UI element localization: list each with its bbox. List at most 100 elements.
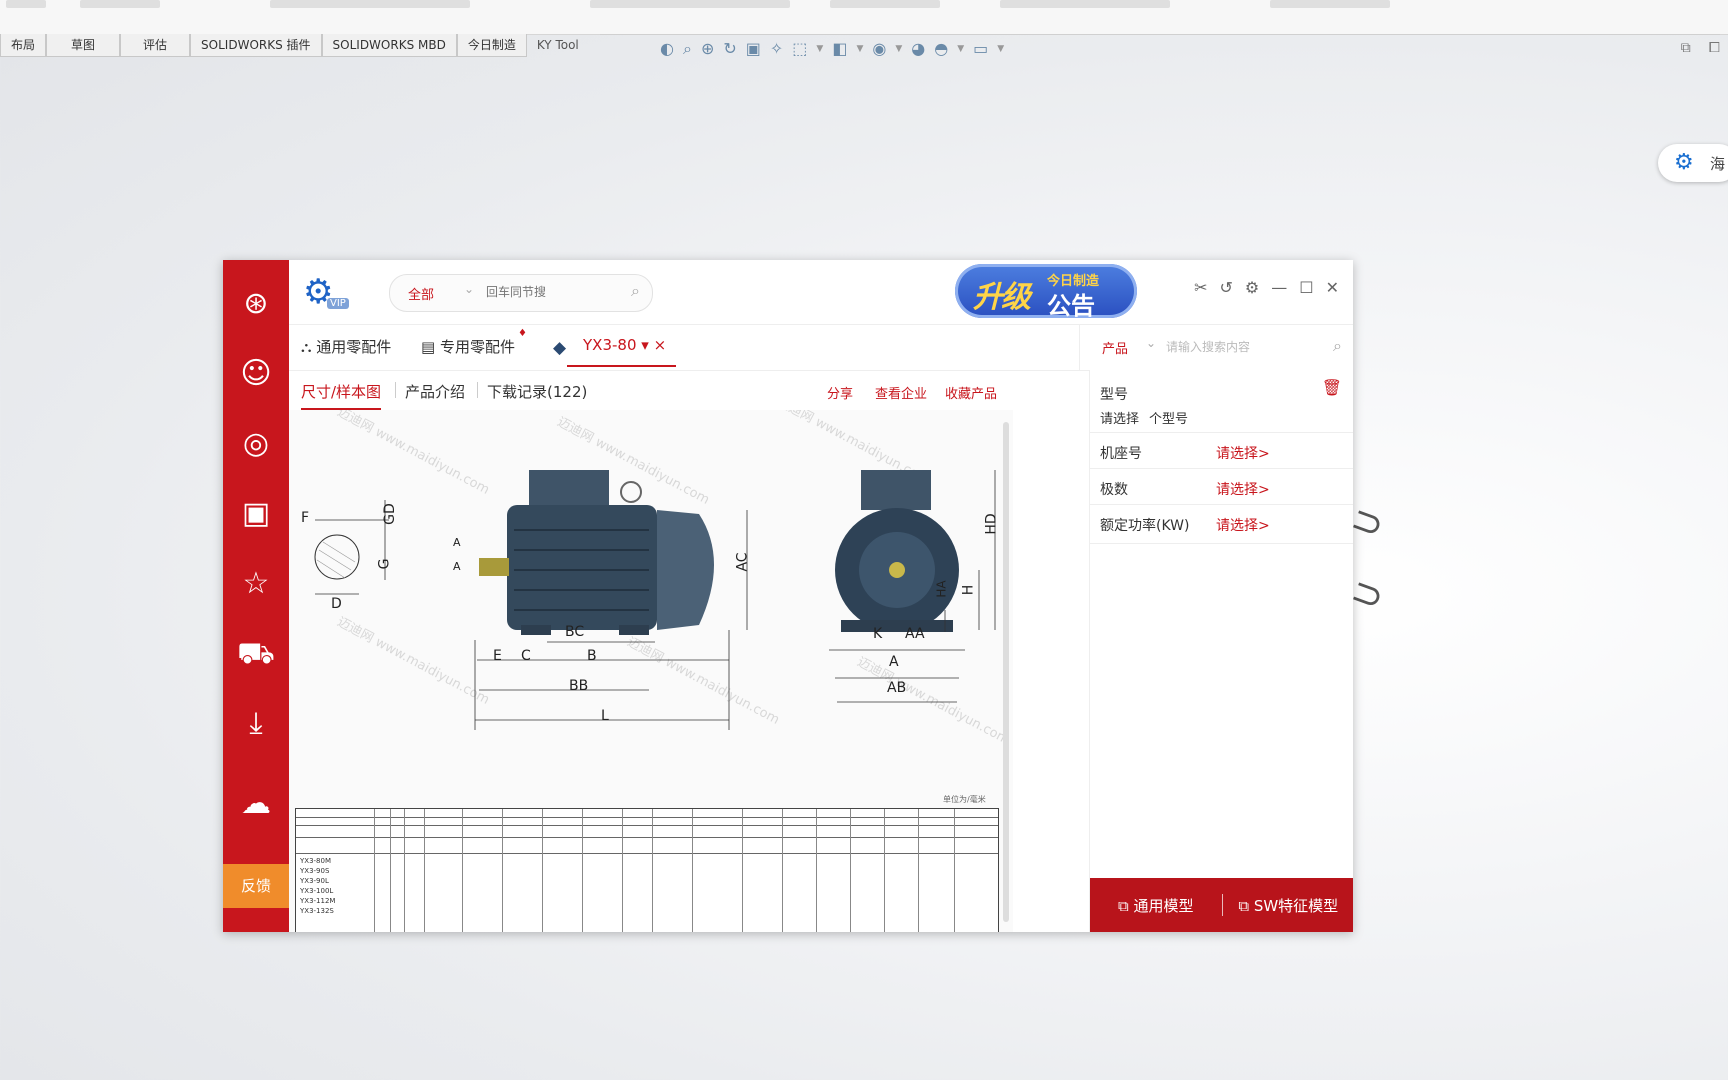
chevron-down-icon[interactable]: ▾ [641, 336, 649, 354]
table-rule [296, 853, 998, 854]
search-scope-select[interactable]: 全部 [408, 284, 434, 303]
table-cell: YX3-112M [300, 897, 336, 905]
chevron-down-icon[interactable]: ⌄ [1146, 336, 1156, 350]
taskpane-pill[interactable]: ⚙ 海 [1658, 144, 1728, 182]
rail-users-icon[interactable]: ☺ [223, 352, 289, 396]
rail-star-icon[interactable]: ☆ [223, 562, 289, 606]
display-style-icon[interactable]: ◧ [832, 39, 847, 58]
app-logo[interactable]: ⚙ VIP [303, 272, 349, 318]
sw-tab-mbd[interactable]: SOLIDWORKS MBD [321, 34, 457, 57]
chevron-down-icon[interactable]: ⌄ [464, 282, 474, 296]
param-row-poles[interactable]: 极数 请选择> [1090, 468, 1353, 507]
tab-general-parts[interactable]: ⛬ 通用零配件 [301, 336, 391, 357]
scene-icon[interactable]: ◓ [934, 39, 948, 58]
rail-motor-icon[interactable]: ▣ [223, 492, 289, 536]
refresh-icon[interactable]: ↺ [1220, 278, 1233, 297]
vip-badge: VIP [327, 298, 349, 309]
dimension-table: YX3-80M YX3-90S YX3-90L YX3-100L YX3-112… [295, 808, 999, 932]
share-link[interactable]: 分享 [827, 383, 853, 402]
param-select[interactable]: 请选择> [1216, 515, 1270, 535]
table-rule [582, 809, 583, 932]
table-rule [296, 825, 998, 826]
settings-icon[interactable]: ⚙ [1245, 278, 1259, 297]
sw-feature-model-label: SW特征模型 [1253, 896, 1339, 915]
restore-icon[interactable]: ⧉ [1681, 40, 1691, 56]
rail-bearing-icon[interactable]: ◎ [223, 422, 289, 466]
global-search: 全部 ⌄ ⌕ [389, 274, 653, 312]
window-controls: ✂ ↺ ⚙ — ☐ ✕ [1194, 278, 1339, 297]
close-icon[interactable]: ✕ [1326, 278, 1339, 297]
minimize-icon[interactable]: — [1271, 278, 1287, 297]
previous-view-icon[interactable]: ◐ [660, 39, 674, 58]
banner-main-text: 升级 [973, 280, 1031, 315]
dim-label: A [453, 536, 461, 549]
sw-feature-model-button[interactable]: ⧉ SW特征模型 [1223, 895, 1354, 916]
param-select[interactable]: 请选择> [1216, 479, 1270, 499]
dim-label: AC [734, 552, 751, 572]
dynamic-annotation-icon[interactable]: ✧ [770, 39, 783, 58]
drawing-scrollbar[interactable] [1003, 422, 1009, 922]
hide-show-icon[interactable]: ◉ [872, 39, 886, 58]
search-icon[interactable]: ⌕ [631, 281, 640, 301]
sw-tab-evaluate[interactable]: 评估 [120, 34, 191, 57]
dim-label: E [493, 648, 502, 664]
subtab-dimensions[interactable]: 尺寸/样本图 [301, 381, 382, 410]
table-rule [622, 809, 623, 932]
table-rule [424, 809, 425, 932]
upgrade-announcement-banner[interactable]: 升级 今日制造 公告 [955, 264, 1137, 320]
sw-tab-sketch[interactable]: 草图 [46, 34, 121, 57]
subtab-downloads[interactable]: 下载记录(122) [487, 381, 587, 402]
product-search-input[interactable]: 请输入搜索内容 [1166, 338, 1250, 355]
table-rule [816, 809, 817, 932]
table-rule [742, 809, 743, 932]
rail-download-icon[interactable]: ⤓ [223, 702, 289, 746]
sw-tab-layout[interactable]: 布局 [0, 34, 47, 57]
appearance-icon[interactable]: ◕ [911, 39, 925, 58]
rail-upload-icon[interactable]: ☁ [223, 782, 289, 826]
dim-label: A [453, 560, 461, 573]
sw-tab-today-mfg[interactable]: 今日制造 [456, 34, 527, 57]
zoom-fit-icon[interactable]: ⌕ [683, 39, 692, 59]
section-view-icon[interactable]: ▣ [746, 39, 761, 58]
search-input[interactable] [484, 284, 618, 300]
scissors-icon[interactable]: ✂ [1194, 278, 1207, 297]
param-key: 极数 [1100, 482, 1128, 498]
param-row-frame[interactable]: 机座号 请选择> [1090, 432, 1353, 471]
dim-label: GD [381, 503, 398, 525]
param-select[interactable]: 请选择> [1216, 443, 1270, 463]
divider [1221, 894, 1223, 916]
dim-label: HD [983, 513, 1000, 535]
rotate-icon[interactable]: ↻ [723, 39, 736, 58]
maximize-icon[interactable]: ⧠ [1709, 40, 1720, 56]
feedback-button[interactable]: 反馈 [223, 864, 289, 908]
monitor-icon[interactable]: ▭ [973, 39, 988, 58]
new-marker-icon: ♦ [518, 328, 527, 339]
maximize-icon[interactable]: ☐ [1299, 278, 1313, 297]
product-search-scope[interactable]: 产品 [1102, 338, 1128, 357]
tab-special-parts[interactable]: ▤ 专用零配件 [421, 336, 515, 357]
trash-icon[interactable]: 🗑 [1322, 378, 1342, 397]
divider [477, 382, 478, 398]
rail-cart-icon[interactable]: ⛟ [223, 632, 289, 676]
param-row-power[interactable]: 额定功率(KW) 请选择> [1090, 504, 1353, 544]
ghost-label [1270, 0, 1390, 8]
ghost-label [270, 0, 470, 8]
tab-current-product[interactable]: YX3-80 ▾ × [566, 336, 677, 367]
table-rule [954, 809, 955, 932]
tab-close-icon[interactable]: × [654, 336, 667, 354]
sw-tab-kytool[interactable]: KY Tool [527, 34, 589, 56]
view-company-link[interactable]: 查看企业 [875, 383, 927, 402]
view-orientation-icon[interactable]: ⬚ [792, 39, 807, 58]
gear-icon: ⚙ [1674, 150, 1694, 175]
ghost-label [1000, 0, 1170, 8]
search-icon[interactable]: ⌕ [1333, 336, 1342, 356]
favorite-product-link[interactable]: 收藏产品 [945, 383, 997, 402]
dim-label: C [521, 648, 531, 664]
rail-gear-icon[interactable]: ⊛ [223, 282, 289, 326]
dim-label: AB [887, 680, 907, 696]
zoom-area-icon[interactable]: ⊕ [701, 39, 714, 58]
general-model-button[interactable]: ⧉ 通用模型 [1090, 895, 1222, 916]
sw-tab-addins[interactable]: SOLIDWORKS 插件 [190, 34, 322, 57]
dim-label: AA [905, 626, 925, 642]
subtab-intro[interactable]: 产品介绍 [405, 381, 465, 402]
